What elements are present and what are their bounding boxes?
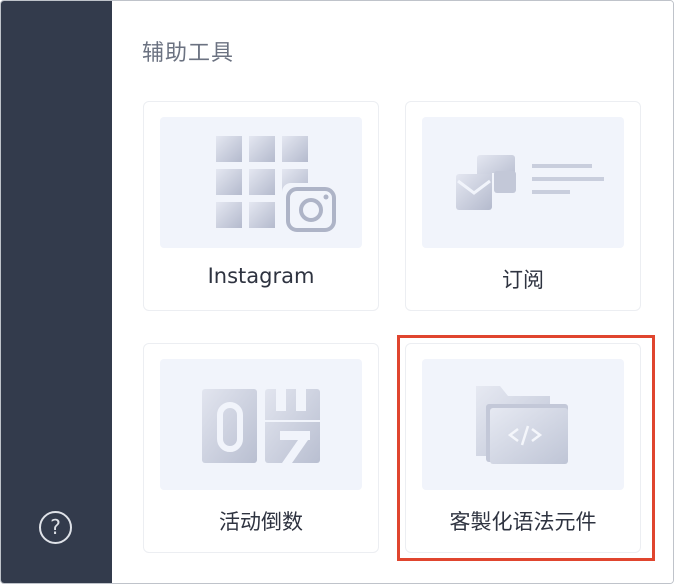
subscribe-mail-icon [456,155,604,210]
card-thumbnail [160,117,362,248]
card-label: 订阅 [502,268,544,292]
card-thumbnail [422,117,624,248]
help-icon[interactable]: ? [39,511,72,544]
card-instagram[interactable]: Instagram [143,101,379,311]
instagram-grid-icon [216,136,337,232]
card-custom-code[interactable]: 客製化语法元件 [405,343,641,553]
card-thumbnail [160,359,362,490]
card-thumbnail [422,359,624,490]
section-title: 辅助工具 [142,41,235,66]
card-countdown[interactable]: 活动倒数 [143,343,379,553]
card-subscribe[interactable]: 订阅 [405,101,641,311]
app-window: ? 辅助工具 Instagram 订阅 活动倒数 客製化语法元件 [0,0,674,584]
code-folder-icon [476,386,568,464]
card-label: 活动倒数 [219,510,303,534]
sidebar: ? [1,1,112,583]
tools-panel: 辅助工具 Instagram 订阅 活动倒数 客製化语法元件 [112,1,673,583]
card-label: Instagram [207,264,315,288]
card-label: 客製化语法元件 [449,510,597,534]
countdown-flip-icon [202,389,320,463]
